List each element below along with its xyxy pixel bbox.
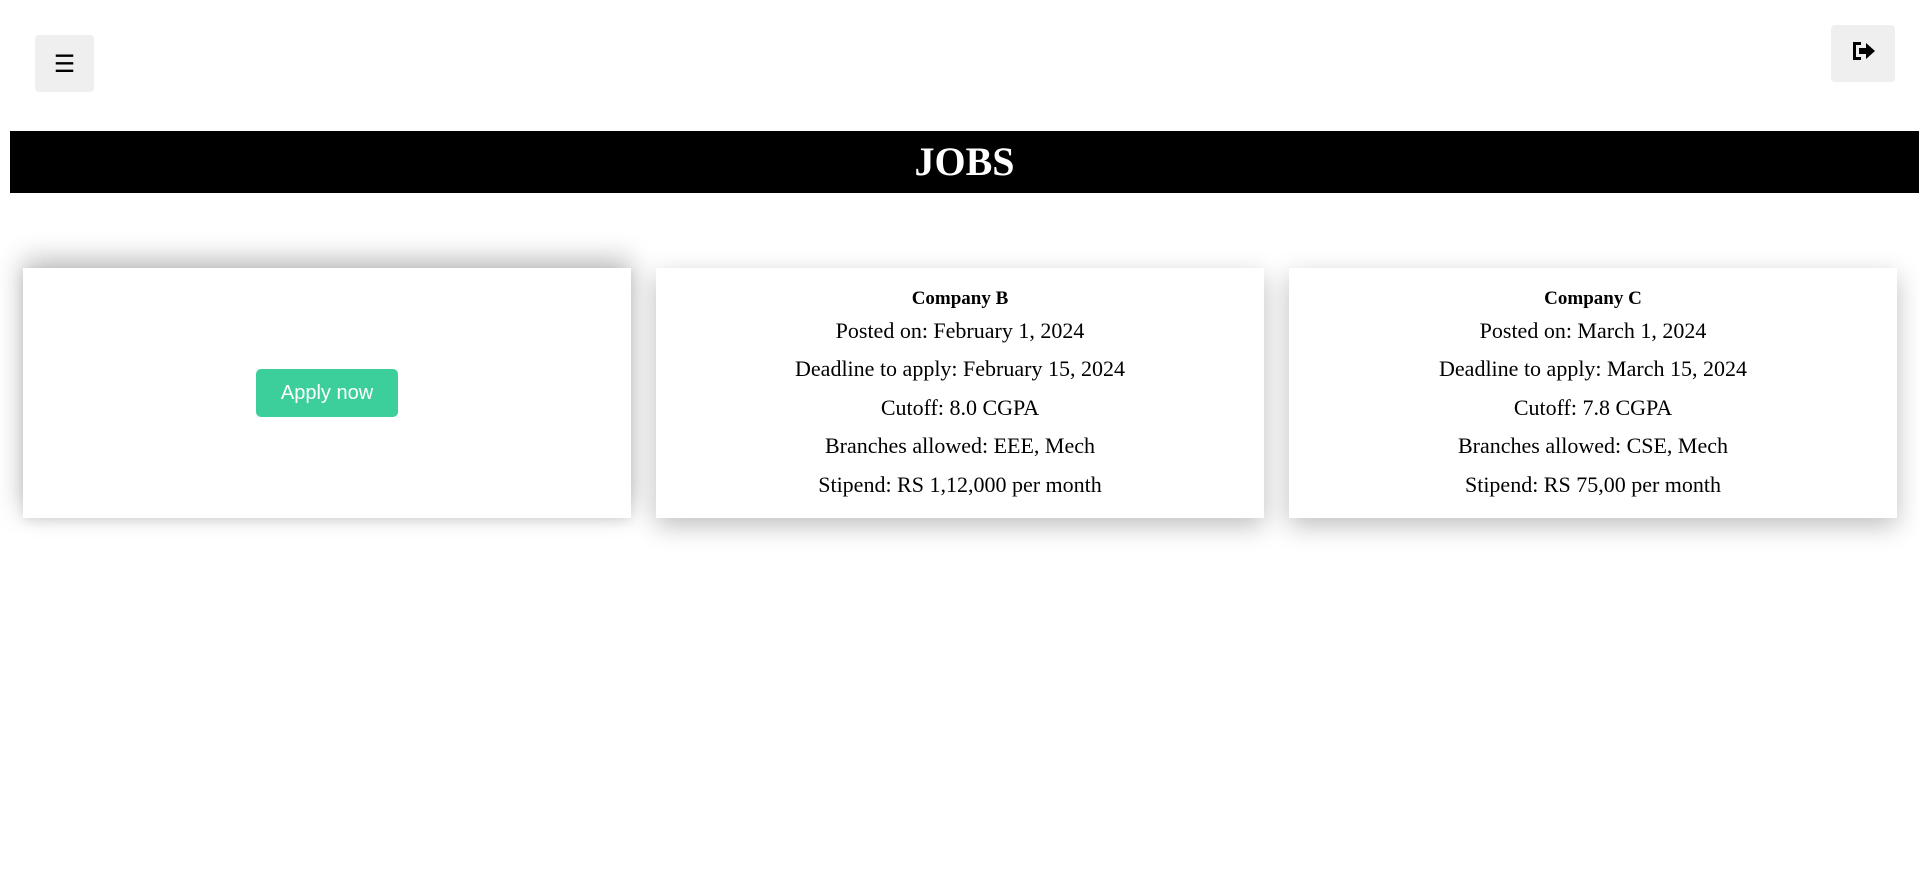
deadline-date: Deadline to apply: February 15, 2024 xyxy=(795,356,1125,382)
branches-allowed: Branches allowed: EEE, Mech xyxy=(824,433,1095,459)
company-name: Company B xyxy=(911,288,1009,309)
company-name: Company C xyxy=(1544,288,1642,309)
hamburger-icon: ☰ xyxy=(53,49,76,78)
stipend: Stipend: RS 1,12,000 per month xyxy=(818,471,1102,497)
menu-button[interactable]: ☰ xyxy=(35,35,94,92)
job-card: Company C Posted on: March 1, 2024 Deadl… xyxy=(1289,268,1897,518)
page-title-banner: JOBS xyxy=(10,131,1919,193)
page-title: JOBS xyxy=(914,139,1015,184)
stipend: Stipend: RS 75,00 per month xyxy=(1464,471,1722,497)
job-card: Company B Posted on: February 1, 2024 De… xyxy=(656,268,1264,518)
cutoff: Cutoff: 7.8 CGPA xyxy=(1513,394,1673,420)
apply-now-button[interactable]: Apply now xyxy=(255,369,399,417)
logout-button[interactable] xyxy=(1831,25,1895,82)
job-card: Apply now xyxy=(23,268,631,518)
cutoff: Cutoff: 8.0 CGPA xyxy=(880,394,1040,420)
deadline-date: Deadline to apply: March 15, 2024 xyxy=(1439,356,1747,382)
branches-allowed: Branches allowed: CSE, Mech xyxy=(1457,433,1729,459)
posted-date: Posted on: March 1, 2024 xyxy=(1479,317,1707,343)
sign-out-icon xyxy=(1850,39,1876,68)
posted-date: Posted on: February 1, 2024 xyxy=(835,317,1085,343)
